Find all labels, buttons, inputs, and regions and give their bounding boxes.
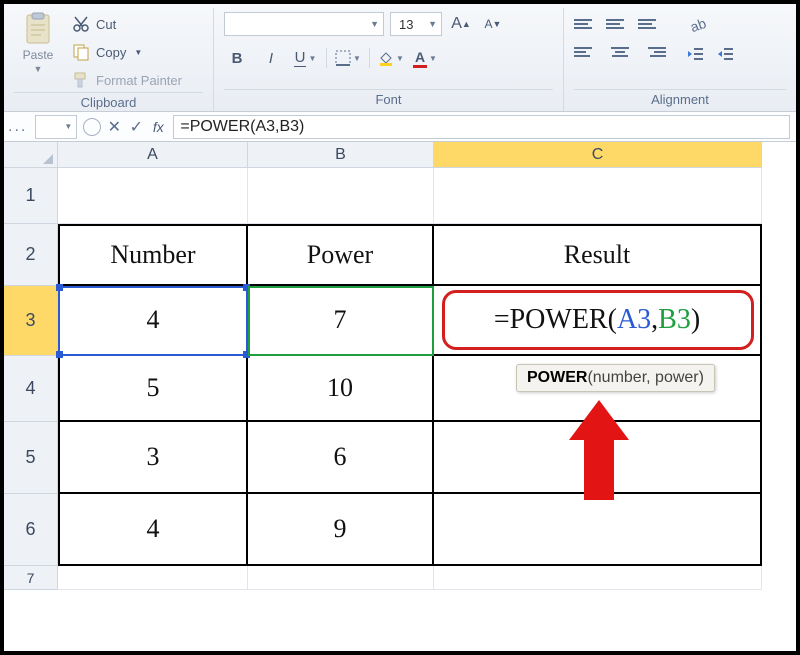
font-name-combo[interactable]: ▼ bbox=[224, 12, 384, 36]
border-button[interactable]: ▼ bbox=[335, 46, 361, 70]
column-header-C[interactable]: C bbox=[434, 142, 762, 168]
italic-button[interactable]: I bbox=[258, 46, 284, 70]
font-size-value: 13 bbox=[399, 17, 413, 32]
fill-color-button[interactable]: ▼ bbox=[378, 46, 404, 70]
worksheet: A B C 1 2 Number Power Result 3 4 7 =POW… bbox=[4, 142, 796, 590]
group-label-alignment: Alignment bbox=[574, 89, 786, 109]
decrease-indent-button[interactable] bbox=[682, 42, 708, 66]
fx-label: fx bbox=[153, 119, 164, 135]
expand-button[interactable] bbox=[81, 116, 103, 138]
align-center-button[interactable] bbox=[606, 40, 634, 64]
group-label-clipboard: Clipboard bbox=[14, 92, 203, 112]
cell-B3[interactable]: 7 bbox=[248, 286, 434, 356]
format-painter-label: Format Painter bbox=[96, 73, 182, 88]
align-bottom-button[interactable] bbox=[638, 12, 666, 36]
tooltip-sig: (number, power) bbox=[587, 369, 704, 386]
row-header-1[interactable]: 1 bbox=[4, 168, 58, 224]
increase-indent-button[interactable] bbox=[712, 42, 738, 66]
cell-C1[interactable] bbox=[434, 168, 762, 224]
cell-B6[interactable]: 9 bbox=[248, 494, 434, 566]
group-label-font: Font bbox=[224, 89, 553, 109]
cell-B5[interactable]: 6 bbox=[248, 422, 434, 494]
increase-indent-icon bbox=[716, 46, 734, 62]
orientation-button[interactable]: ab bbox=[682, 12, 714, 36]
cell-A2[interactable]: Number bbox=[58, 224, 248, 286]
select-all-corner[interactable] bbox=[4, 142, 58, 168]
copy-icon bbox=[72, 43, 90, 61]
border-icon bbox=[335, 50, 351, 66]
cell-C3-formula: =POWER(A3,B3) bbox=[494, 304, 700, 336]
column-headers: A B C bbox=[4, 142, 796, 168]
cell-A5[interactable]: 3 bbox=[58, 422, 248, 494]
row-header-6[interactable]: 6 bbox=[4, 494, 58, 566]
cell-A4[interactable]: 5 bbox=[58, 356, 248, 422]
cell-A1[interactable] bbox=[58, 168, 248, 224]
formula-input[interactable]: =POWER(A3,B3) bbox=[173, 115, 790, 139]
formula-bar: ... ▼ ✕ ✓ fx =POWER(A3,B3) bbox=[4, 112, 796, 142]
circle-icon bbox=[83, 118, 101, 136]
chevron-down-icon: ▼ bbox=[60, 122, 76, 131]
insert-function-button[interactable]: fx bbox=[147, 116, 169, 138]
cell-A6[interactable]: 4 bbox=[58, 494, 248, 566]
orientation-icon: ab bbox=[688, 14, 708, 34]
format-painter-button[interactable]: Format Painter bbox=[72, 68, 182, 92]
row-header-7[interactable]: 7 bbox=[4, 566, 58, 590]
chevron-down-icon: ▼ bbox=[34, 64, 43, 74]
cell-B4[interactable]: 10 bbox=[248, 356, 434, 422]
cell-B2[interactable]: Power bbox=[248, 224, 434, 286]
tooltip-fn: POWER bbox=[527, 369, 587, 386]
align-top-button[interactable] bbox=[574, 12, 602, 36]
column-header-B[interactable]: B bbox=[248, 142, 434, 168]
row-header-3[interactable]: 3 bbox=[4, 286, 58, 356]
cut-label: Cut bbox=[96, 17, 116, 32]
copy-button[interactable]: Copy ▼ bbox=[72, 40, 182, 64]
group-alignment: ab Alignment bbox=[564, 8, 796, 111]
increase-font-button[interactable]: A▲ bbox=[448, 12, 474, 36]
function-tooltip: POWER(number, power) bbox=[516, 364, 715, 392]
bold-button[interactable]: B bbox=[224, 46, 250, 70]
align-left-button[interactable] bbox=[574, 40, 602, 64]
font-color-button[interactable]: A▼ bbox=[412, 46, 438, 70]
decrease-font-button[interactable]: A▼ bbox=[480, 12, 506, 36]
chevron-down-icon: ▼ bbox=[134, 48, 142, 57]
cell-A7[interactable] bbox=[58, 566, 248, 590]
enter-formula-button[interactable]: ✓ bbox=[125, 116, 147, 138]
cell-C2[interactable]: Result bbox=[434, 224, 762, 286]
decrease-indent-icon bbox=[686, 46, 704, 62]
cut-button[interactable]: Cut bbox=[72, 12, 182, 36]
group-font: ▼ 13▼ A▲ A▼ B I U▼ ▼ ▼ A▼ bbox=[214, 8, 564, 111]
name-box[interactable]: ▼ bbox=[35, 115, 77, 139]
paste-icon bbox=[21, 12, 55, 46]
scissors-icon bbox=[72, 15, 90, 33]
ribbon: Paste ▼ Cut Copy ▼ Format Painter C bbox=[4, 4, 796, 112]
row-header-2[interactable]: 2 bbox=[4, 224, 58, 286]
svg-text:ab: ab bbox=[688, 15, 708, 34]
cell-A3[interactable]: 4 bbox=[58, 286, 248, 356]
cancel-formula-button[interactable]: ✕ bbox=[103, 116, 125, 138]
row-header-5[interactable]: 5 bbox=[4, 422, 58, 494]
cell-C7[interactable] bbox=[434, 566, 762, 590]
paste-button[interactable]: Paste ▼ bbox=[14, 12, 62, 74]
align-middle-button[interactable] bbox=[606, 12, 634, 36]
column-header-A[interactable]: A bbox=[58, 142, 248, 168]
cell-C3[interactable]: =POWER(A3,B3) bbox=[434, 286, 762, 356]
cell-C6[interactable] bbox=[434, 494, 762, 566]
copy-label: Copy bbox=[96, 45, 126, 60]
bucket-icon bbox=[378, 50, 394, 66]
align-right-button[interactable] bbox=[638, 40, 666, 64]
paintbrush-icon bbox=[72, 71, 90, 89]
underline-button[interactable]: U▼ bbox=[292, 46, 318, 70]
row-header-4[interactable]: 4 bbox=[4, 356, 58, 422]
font-size-combo[interactable]: 13▼ bbox=[390, 12, 442, 36]
group-clipboard: Paste ▼ Cut Copy ▼ Format Painter C bbox=[4, 8, 214, 111]
paste-label: Paste bbox=[23, 48, 54, 62]
cell-B7[interactable] bbox=[248, 566, 434, 590]
callout-arrow-icon bbox=[569, 400, 629, 500]
name-box-ellipsis: ... bbox=[4, 118, 31, 136]
cell-B1[interactable] bbox=[248, 168, 434, 224]
